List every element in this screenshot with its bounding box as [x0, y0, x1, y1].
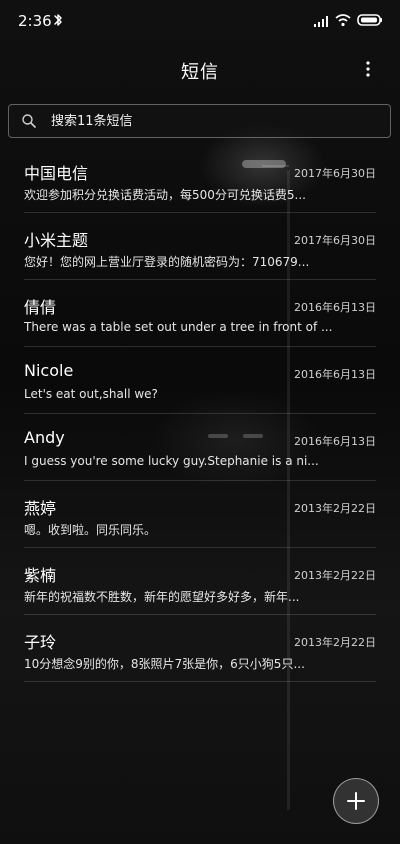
contact-name: Andy [24, 428, 65, 447]
more-vertical-icon[interactable] [357, 58, 379, 80]
status-bar: 2:36 [0, 0, 400, 44]
message-item[interactable]: 倩倩 2016年6月13日 There was a table set out … [24, 280, 376, 347]
contact-name: 小米主题 [24, 231, 89, 250]
battery-icon [357, 14, 382, 26]
message-date: 2017年6月30日 [294, 167, 376, 180]
message-item[interactable]: 子玲 2013年2月22日 10分想念9别的你，8张照片7张是你，6只小狗5只.… [24, 615, 376, 682]
message-preview: 您好！您的网上营业厅登录的随机密码为：710679... [24, 255, 310, 269]
bluetooth-icon [54, 14, 62, 26]
contact-name: 中国电信 [24, 164, 89, 183]
message-preview: There was a table set out under a tree i… [24, 320, 333, 334]
message-preview: 嗯。收到啦。同乐同乐。 [24, 523, 157, 537]
contact-name: 子玲 [24, 633, 57, 652]
contact-name: 紫楠 [24, 566, 57, 585]
message-preview: 新年的祝福数不胜数，新年的愿望好多好多，新年... [24, 590, 300, 604]
message-date: 2017年6月30日 [294, 234, 376, 247]
app-header: 短信 [0, 44, 400, 96]
contact-name: 倩倩 [24, 298, 57, 317]
message-item[interactable]: 小米主题 2017年6月30日 您好！您的网上营业厅登录的随机密码为：71067… [24, 213, 376, 280]
status-time: 2:36 [18, 12, 52, 30]
message-item[interactable]: 紫楠 2013年2月22日 新年的祝福数不胜数，新年的愿望好多好多，新年... [24, 548, 376, 615]
wifi-icon [335, 14, 351, 27]
message-preview: 欢迎参加积分兑换话费活动，每500分可兑换话费5... [24, 188, 306, 202]
contact-name: Nicole [24, 361, 74, 380]
search-icon [22, 114, 36, 128]
message-date: 2013年2月22日 [294, 502, 376, 515]
message-preview: I guess you're some lucky guy.Stephanie … [24, 454, 319, 468]
contact-name: 燕婷 [24, 499, 57, 518]
message-item[interactable]: Andy 2016年6月13日 I guess you're some luck… [24, 414, 376, 481]
search-bar[interactable] [8, 104, 391, 138]
message-list: 中国电信 2017年6月30日 欢迎参加积分兑换话费活动，每500分可兑换话费5… [0, 146, 400, 682]
message-date: 2016年6月13日 [294, 368, 376, 381]
message-date: 2016年6月13日 [294, 301, 376, 314]
message-date: 2013年2月22日 [294, 569, 376, 582]
message-preview: 10分想念9别的你，8张照片7张是你，6只小狗5只... [24, 657, 305, 671]
message-item[interactable]: Nicole 2016年6月13日 Let's eat out,shall we… [24, 347, 376, 414]
message-date: 2016年6月13日 [294, 435, 376, 448]
message-date: 2013年2月22日 [294, 636, 376, 649]
message-item[interactable]: 燕婷 2013年2月22日 嗯。收到啦。同乐同乐。 [24, 481, 376, 548]
message-item[interactable]: 中国电信 2017年6月30日 欢迎参加积分兑换话费活动，每500分可兑换话费5… [24, 146, 376, 213]
plus-icon [347, 792, 365, 810]
page-title: 短信 [181, 62, 219, 83]
signal-icon [314, 16, 328, 27]
search-input[interactable] [51, 110, 371, 132]
message-preview: Let's eat out,shall we? [24, 387, 158, 401]
compose-message-button[interactable] [333, 778, 379, 824]
